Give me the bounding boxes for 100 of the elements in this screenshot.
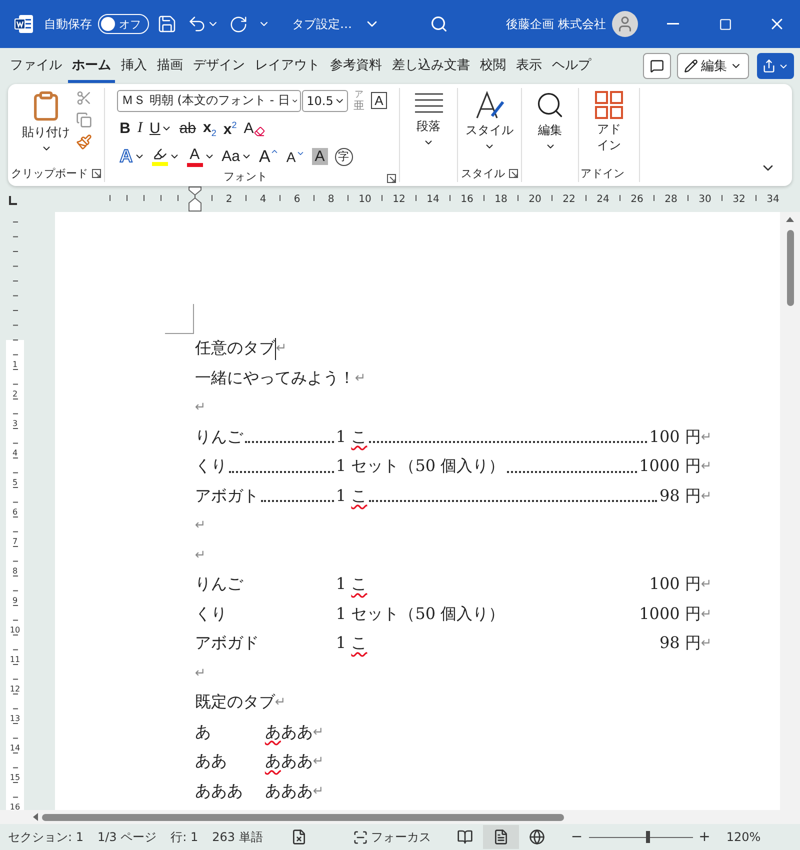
- paragraph-mark: ↵: [700, 430, 712, 445]
- comments-button[interactable]: [643, 53, 671, 79]
- paragraph-mark: ↵: [312, 724, 324, 740]
- ruler-number: 20: [528, 194, 542, 205]
- paintbrush-icon[interactable]: [76, 134, 92, 150]
- line-indicator: 行: 1: [170, 828, 198, 846]
- zoom-in-button[interactable]: +: [696, 829, 712, 845]
- text-effect-button[interactable]: A: [116, 144, 148, 168]
- item-price: 1000 円: [639, 604, 701, 625]
- ribbon-tab[interactable]: 差し込み文書: [388, 50, 474, 82]
- horizontal-scrollbar[interactable]: [0, 810, 800, 824]
- paragraph-button[interactable]: 段落: [410, 88, 446, 150]
- ribbon-tab[interactable]: 挿入: [117, 50, 151, 82]
- editing-mode-button[interactable]: 編集: [677, 53, 749, 79]
- item-price: 98 円: [659, 633, 701, 654]
- paragraph-text: あああ: [264, 751, 313, 772]
- focus-icon: [352, 830, 368, 844]
- item-name: りんご: [194, 426, 243, 448]
- cut-icon[interactable]: [76, 90, 92, 106]
- search-icon: [535, 90, 565, 120]
- shrink-font-button[interactable]: A: [283, 144, 308, 168]
- page-icon: [492, 829, 509, 845]
- paragraph-text: あああ: [264, 722, 313, 743]
- ruler-number: 30: [698, 194, 712, 205]
- document-title-button[interactable]: タブ設定…: [290, 14, 382, 34]
- share-icon: [762, 59, 776, 73]
- paragraph-mark: ↵: [354, 370, 366, 386]
- paragraph-text: あ: [194, 722, 212, 743]
- ribbon-tab[interactable]: ファイル: [6, 50, 66, 82]
- ruler-number: 12: [392, 194, 406, 205]
- view-button[interactable]: [482, 825, 519, 849]
- ruler-number: 26: [630, 194, 644, 205]
- strikethrough-button[interactable]: ab: [176, 116, 200, 140]
- ruler-number: 16: [10, 802, 20, 810]
- font-size-field[interactable]: 10.5: [302, 90, 348, 112]
- ribbon-tab[interactable]: 参考資料: [326, 50, 386, 82]
- character-border-button[interactable]: A: [370, 92, 388, 109]
- ruler-number: 22: [562, 194, 576, 205]
- ruler-number: 1: [12, 360, 18, 369]
- scroll-up-icon[interactable]: [786, 216, 794, 222]
- search-icon: [430, 15, 448, 33]
- ruler-number: 4: [260, 194, 266, 205]
- section-indicator: セクション: 1: [8, 828, 84, 846]
- ribbon-tab[interactable]: 表示: [512, 50, 546, 82]
- account-name: 後藤企画 株式会社: [506, 16, 606, 32]
- word-count: 263 単語: [212, 828, 263, 846]
- ruler-number: 6: [12, 508, 18, 516]
- avatar-icon[interactable]: [612, 11, 638, 37]
- underline-button[interactable]: U: [146, 116, 176, 140]
- paragraph-mark: ↵: [194, 548, 206, 563]
- font-name-field[interactable]: ＭＳ 明朝 (本文のフォント - 日: [116, 90, 301, 112]
- paragraph-mark: ↵: [312, 754, 324, 770]
- ruler-number: 7: [12, 537, 18, 546]
- ruler-number: 10: [358, 194, 372, 205]
- vertical-scrollbar[interactable]: [780, 212, 800, 810]
- ribbon-tab[interactable]: ヘルプ: [548, 50, 595, 82]
- ribbon-tab[interactable]: デザイン: [189, 50, 249, 82]
- ribbon-tab[interactable]: レイアウト: [251, 50, 324, 82]
- ribbon-tab[interactable]: 校閲: [476, 50, 510, 82]
- highlighter-icon: [152, 147, 167, 161]
- zoom-out-button[interactable]: −: [568, 829, 585, 845]
- paragraph-text: 既定のタブ: [194, 692, 275, 714]
- autosave-toggle[interactable]: オフ: [98, 14, 149, 34]
- styles-button[interactable]: スタイル: [464, 88, 516, 154]
- paragraph-mark: ↵: [700, 636, 712, 652]
- editing-button[interactable]: 編集: [533, 88, 567, 154]
- font-color-button[interactable]: A: [184, 144, 218, 168]
- subscript-button[interactable]: x$_{2}$: [200, 116, 220, 140]
- dialog-launcher-icon[interactable]: [509, 169, 518, 178]
- copy-icon[interactable]: [76, 112, 92, 128]
- item-name: くり: [194, 604, 227, 625]
- indent-marker[interactable]: [188, 186, 202, 212]
- grow-font-button[interactable]: A: [256, 144, 282, 168]
- add-ins-button[interactable]: アドイン: [592, 88, 626, 156]
- proofing-icon[interactable]: [290, 829, 307, 845]
- superscript-button[interactable]: x$^{2}$: [220, 116, 240, 140]
- paragraph-text: ああ: [194, 751, 228, 772]
- italic-button[interactable]: I: [134, 116, 146, 140]
- dialog-launcher-icon[interactable]: [387, 174, 396, 183]
- paragraph-mark: ↵: [194, 400, 206, 416]
- paragraph-mark: ↵: [276, 341, 287, 356]
- comment-icon: [650, 59, 664, 73]
- item-name: りんご: [194, 574, 243, 596]
- ruler-number: 6: [294, 194, 300, 205]
- ruler-number: 9: [12, 596, 18, 605]
- scroll-left-icon[interactable]: [32, 813, 38, 821]
- ribbon-tab[interactable]: 描画: [153, 50, 187, 82]
- change-case-button[interactable]: Aa: [218, 144, 256, 168]
- paragraph-mark: ↵: [700, 606, 712, 622]
- tab-selector-icon[interactable]: [9, 196, 17, 205]
- zoom-slider-thumb[interactable]: [646, 831, 650, 843]
- dialog-launcher-icon[interactable]: [92, 169, 101, 178]
- redo-icon: [229, 14, 248, 34]
- focus-button[interactable]: フォーカス: [350, 826, 433, 848]
- share-button[interactable]: [757, 53, 794, 79]
- page-indicator: 1/3 ページ: [98, 828, 157, 846]
- clear-formatting-button[interactable]: A: [240, 116, 268, 140]
- paste-button[interactable]: 貼り付け: [20, 88, 72, 156]
- phonetic-guide-button[interactable]: ア 亜: [348, 90, 370, 110]
- bold-button[interactable]: B: [116, 116, 134, 140]
